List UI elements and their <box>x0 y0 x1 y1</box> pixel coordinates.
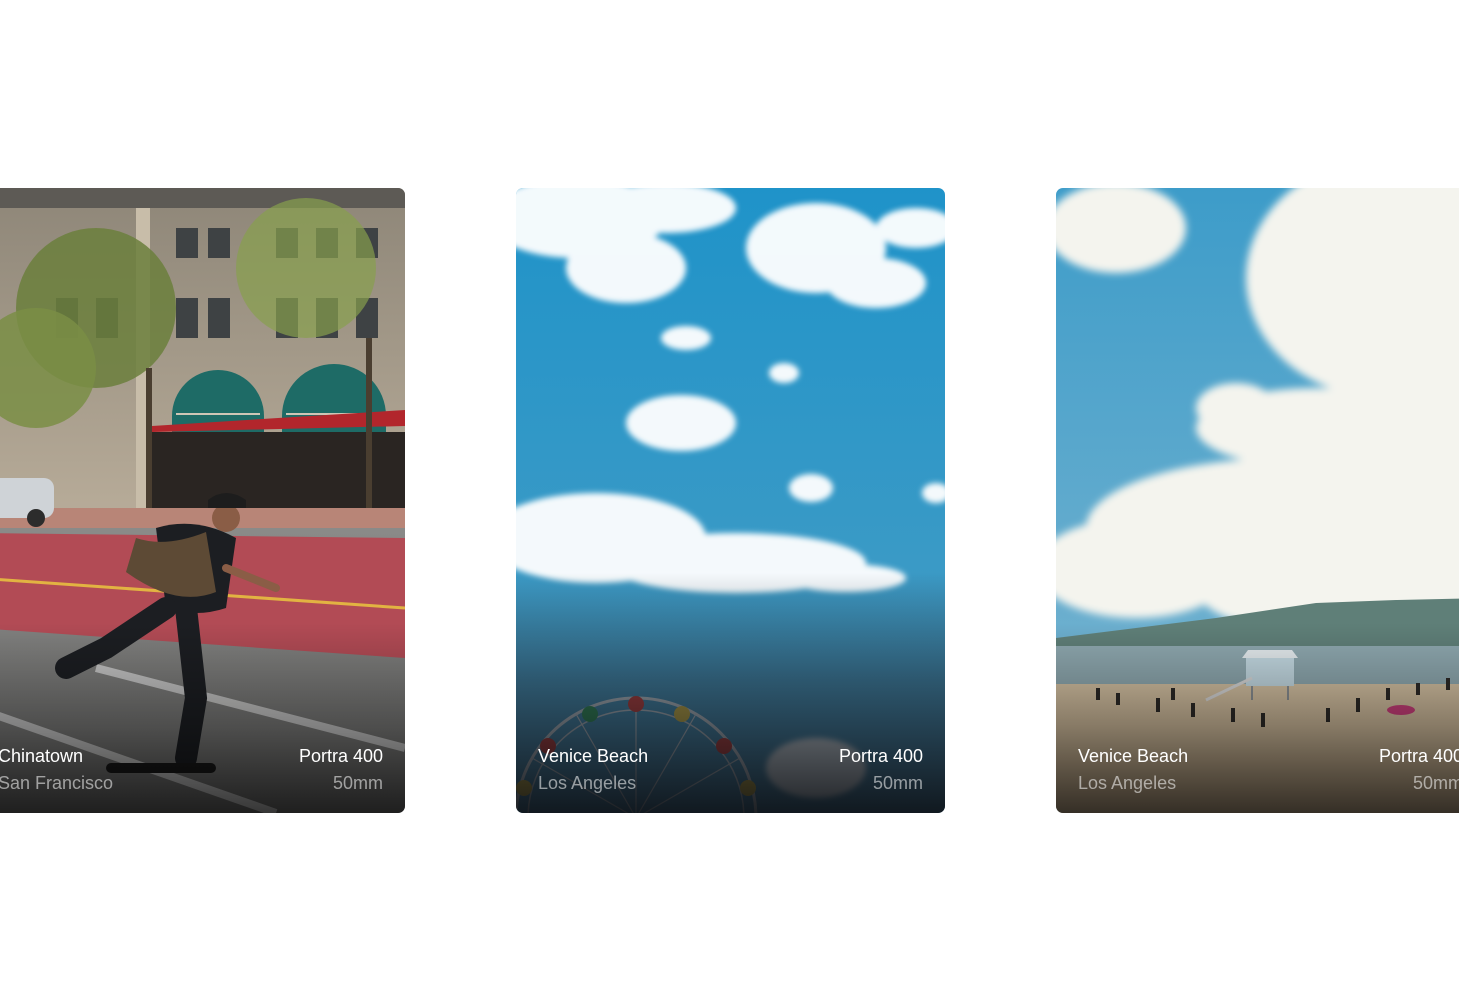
photo-caption: Chinatown San Francisco Portra 400 50mm <box>0 746 383 793</box>
photo-card-chinatown[interactable]: Chinatown San Francisco Portra 400 50mm <box>0 188 405 813</box>
photo-card-venice-beach[interactable]: Venice Beach Los Angeles Portra 400 50mm <box>1056 188 1459 813</box>
lens-focal-length: 50mm <box>1412 773 1459 793</box>
lens-focal-length: 50mm <box>872 773 923 793</box>
lens-focal-length: 50mm <box>332 773 383 793</box>
film-stock: Portra 400 <box>298 746 383 766</box>
location-city: Los Angeles <box>1078 773 1177 793</box>
photo-card-venice-sky[interactable]: Venice Beach Los Angeles Portra 400 50mm <box>516 188 945 813</box>
location-city: San Francisco <box>0 773 114 793</box>
location-title: Chinatown <box>0 746 84 766</box>
photo-caption: Venice Beach Los Angeles Portra 400 50mm <box>1078 746 1459 793</box>
location-title: Venice Beach <box>1078 746 1189 766</box>
film-stock: Portra 400 <box>838 746 923 766</box>
location-title: Venice Beach <box>538 746 649 766</box>
photo-carousel: Chinatown San Francisco Portra 400 50mm <box>0 0 1459 1001</box>
photo-caption: Venice Beach Los Angeles Portra 400 50mm <box>538 746 923 793</box>
location-city: Los Angeles <box>538 773 637 793</box>
film-stock: Portra 400 <box>1378 746 1459 766</box>
